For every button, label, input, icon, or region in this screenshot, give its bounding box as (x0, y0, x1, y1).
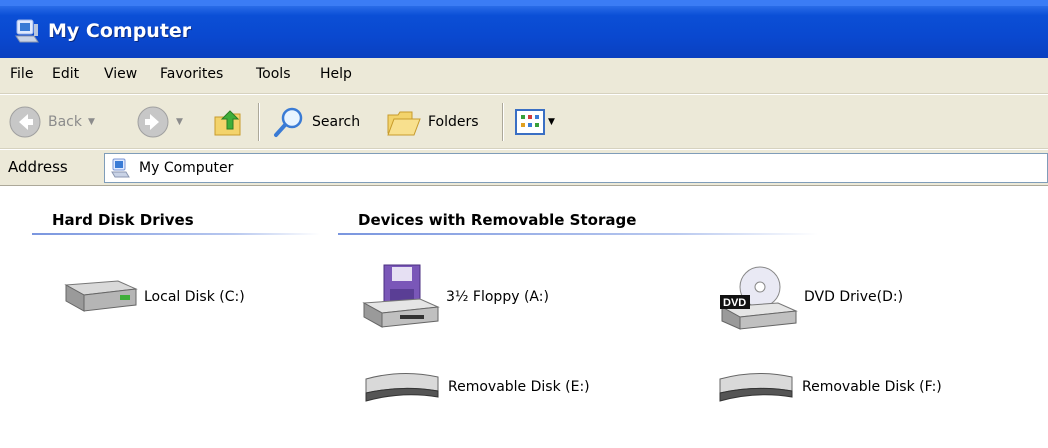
menu-tools[interactable]: Tools (256, 66, 291, 82)
drive-label: Local Disk (C:) (144, 289, 245, 305)
up-folder-button[interactable] (212, 101, 246, 143)
drive-label: DVD Drive(D:) (804, 289, 904, 305)
svg-text:DVD: DVD (723, 297, 746, 309)
toolbar: Back ▼ ▼ Search Folders ▼ (0, 95, 1048, 149)
toolbar-separator (258, 103, 260, 141)
window-title: My Computer (48, 20, 192, 42)
drive-removable-e[interactable]: Removable Disk (E:) (362, 367, 590, 407)
menu-file[interactable]: File (10, 66, 33, 82)
back-label: Back (48, 114, 82, 130)
dvd-drive-icon: DVD (720, 266, 798, 330)
search-label: Search (312, 114, 361, 130)
floppy-drive-icon (362, 264, 440, 328)
my-computer-icon (111, 158, 130, 178)
forward-button[interactable]: ▼ (136, 101, 183, 143)
group-header-removable: Devices with Removable Storage (358, 211, 637, 229)
removable-disk-icon (365, 372, 439, 402)
drive-local-disk-c[interactable]: Local Disk (C:) (58, 277, 245, 317)
up-folder-icon (214, 110, 241, 136)
group-divider (32, 233, 320, 235)
menu-bar: File Edit View Favorites Tools Help (0, 58, 1048, 94)
back-button[interactable]: Back ▼ (8, 101, 95, 143)
removable-disk-icon (719, 372, 793, 402)
group-header-hard-disks: Hard Disk Drives (52, 211, 194, 229)
views-icon (515, 109, 545, 135)
back-arrow-icon (9, 106, 41, 138)
forward-dropdown-icon[interactable]: ▼ (176, 117, 183, 127)
group-divider (338, 233, 818, 235)
drive-floppy-a[interactable]: 3½ Floppy (A:) (360, 263, 549, 331)
hard-disk-icon (64, 280, 138, 312)
address-bar: Address My Computer (0, 150, 1048, 186)
address-input[interactable]: My Computer (104, 153, 1048, 183)
content-area: Hard Disk Drives Devices with Removable … (0, 187, 1048, 448)
search-button[interactable]: Search (272, 101, 360, 143)
drive-label: Removable Disk (E:) (448, 379, 590, 395)
drive-label: Removable Disk (F:) (802, 379, 942, 395)
drive-label: 3½ Floppy (A:) (446, 289, 549, 305)
address-value: My Computer (139, 160, 234, 176)
folders-icon (387, 111, 421, 136)
my-computer-icon (15, 19, 39, 43)
forward-arrow-icon (137, 106, 169, 138)
address-label: Address (8, 158, 68, 176)
menu-edit[interactable]: Edit (52, 66, 79, 82)
views-dropdown-icon[interactable]: ▼ (548, 117, 555, 127)
drive-removable-f[interactable]: Removable Disk (F:) (716, 367, 942, 407)
folders-label: Folders (428, 114, 479, 130)
menu-view[interactable]: View (104, 66, 137, 82)
toolbar-separator (502, 103, 504, 141)
views-button[interactable]: ▼ (514, 101, 555, 143)
folders-button[interactable]: Folders (386, 101, 479, 143)
drive-dvd-d[interactable]: DVD DVD Drive(D:) (718, 263, 903, 331)
search-icon (274, 107, 303, 137)
menu-help[interactable]: Help (320, 66, 352, 82)
menu-favorites[interactable]: Favorites (160, 66, 223, 82)
title-bar[interactable]: My Computer (0, 0, 1048, 58)
back-dropdown-icon[interactable]: ▼ (88, 117, 95, 127)
